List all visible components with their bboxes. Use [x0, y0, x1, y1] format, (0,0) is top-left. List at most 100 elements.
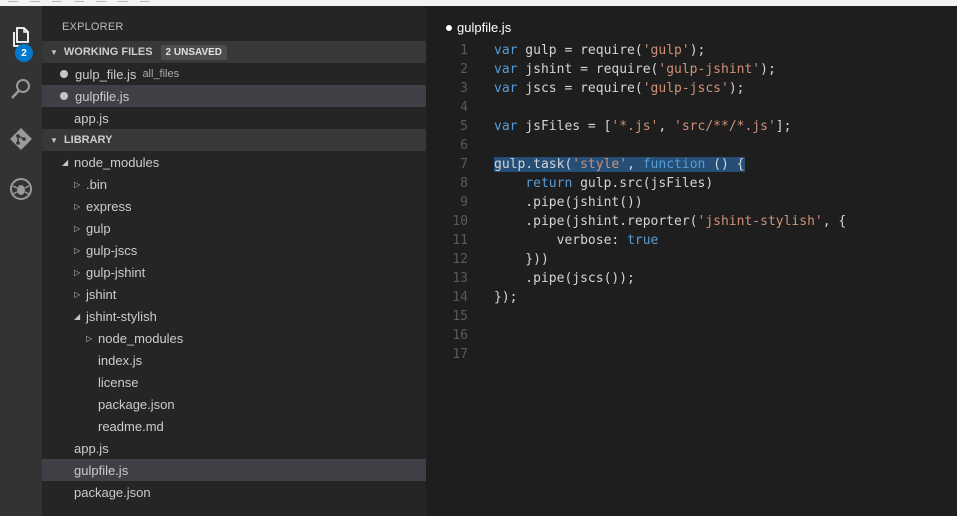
tree-item-label: gulp [86, 220, 111, 236]
line-number: 8 [460, 176, 468, 191]
plain-token: .pipe(jshint()) [494, 195, 643, 210]
code-text: verbose: true [494, 231, 659, 250]
plain-token: })) [494, 252, 549, 267]
code-text: return gulp.src(jsFiles) [494, 174, 713, 193]
tree-item-label: gulp-jshint [86, 264, 146, 280]
code-tokens: return gulp.src(jsFiles) [494, 176, 713, 191]
explorer-sidebar: EXPLORER ▼ WORKING FILES 2 UNSAVED gulp_… [42, 6, 426, 516]
tree-item-label: license [98, 374, 139, 390]
collapsed-folder-icon[interactable]: ▷ [74, 224, 86, 233]
search-icon [11, 79, 30, 99]
code-line: 7 gulp.task('style', function () { [426, 155, 957, 174]
code-text: .pipe(jshint()) [494, 193, 643, 212]
tree-item-label: readme.md [98, 418, 164, 434]
code-tokens: var gulp = require('gulp'); [494, 43, 705, 58]
working-file-item[interactable]: gulpfile.js [42, 85, 426, 107]
line-number: 5 [460, 119, 468, 134]
keyword-token: var [494, 119, 518, 134]
chevron-down-icon: ▼ [50, 47, 58, 57]
tree-item-label: .bin [86, 176, 107, 192]
title-dash [52, 1, 62, 2]
tree-item[interactable]: index.js [42, 349, 426, 371]
tree-item[interactable]: ▷ express [42, 195, 426, 217]
tree-item[interactable]: app.js [42, 437, 426, 459]
working-files-header[interactable]: ▼ WORKING FILES 2 UNSAVED [42, 41, 426, 63]
plain-token: gulp.src(jsFiles) [572, 176, 714, 191]
unsaved-badge: 2 UNSAVED [160, 44, 228, 60]
collapsed-folder-icon[interactable]: ▷ [74, 246, 86, 255]
editor-pane: gulpfile.js 1 var gulp = require('gulp');… [426, 6, 957, 516]
collapsed-folder-icon[interactable]: ▷ [86, 334, 98, 343]
search-button[interactable] [0, 68, 42, 110]
title-dash [74, 1, 84, 2]
plain-token: }); [494, 290, 518, 305]
tree-item[interactable]: ▷ gulp-jshint [42, 261, 426, 283]
tree-item[interactable]: package.json [42, 393, 426, 415]
string-token: '*.js' [611, 119, 659, 134]
plain-token: gulp = require( [517, 43, 643, 58]
title-dash [8, 1, 18, 2]
debug-button[interactable] [0, 168, 42, 210]
selected-text: gulp.task('style', function () { [494, 157, 745, 172]
code-line: 6 [426, 136, 957, 155]
plain-token: .pipe(jshint.reporter( [494, 214, 698, 229]
code-line: 8 return gulp.src(jsFiles) [426, 174, 957, 193]
tree-item[interactable]: ▷ gulp [42, 217, 426, 239]
line-number: 9 [460, 195, 468, 210]
tree-item-label: gulpfile.js [74, 462, 129, 478]
plain-token: ); [728, 81, 745, 96]
collapsed-folder-icon[interactable]: ▷ [74, 290, 86, 299]
string-token: 'gulp-jscs' [642, 81, 729, 96]
tree-item[interactable]: ▷ node_modules [42, 327, 426, 349]
editor-tab-label: gulpfile.js [457, 20, 512, 35]
tree-item-label: package.json [74, 484, 151, 500]
title-dash [118, 1, 128, 2]
code-area[interactable]: 1 var gulp = require('gulp'); 2 var jshint … [426, 41, 957, 364]
library-header[interactable]: ▼ LIBRARY [42, 129, 426, 151]
expanded-folder-icon[interactable]: ◢ [62, 158, 74, 167]
tree-item[interactable]: package.json [42, 481, 426, 503]
tree-item[interactable]: ◢ node_modules [42, 151, 426, 173]
chevron-down-icon: ▼ [50, 135, 58, 145]
string-token: 'gulp' [642, 43, 690, 58]
tree-item-label: index.js [98, 352, 143, 368]
line-number: 17 [452, 347, 468, 362]
code-text: var jsFiles = ['*.js', 'src/**/*.js']; [494, 117, 791, 136]
unsaved-count-badge: 2 [15, 44, 33, 62]
code-line: 14}); [426, 288, 957, 307]
tree-item[interactable]: license [42, 371, 426, 393]
tree-item[interactable]: ▷ jshint [42, 283, 426, 305]
collapsed-folder-icon[interactable]: ▷ [74, 268, 86, 277]
keyword-token: var [494, 43, 518, 58]
tree-item[interactable]: ▷ .bin [42, 173, 426, 195]
string-token: 'jshint-stylish' [697, 214, 823, 229]
tree-item[interactable]: ▷ gulp-jscs [42, 239, 426, 261]
unsaved-dot-icon [60, 70, 68, 78]
line-number: 6 [460, 138, 468, 153]
tree-item[interactable]: readme.md [42, 415, 426, 437]
expanded-folder-icon[interactable]: ◢ [74, 312, 86, 321]
code-tokens: verbose: true [494, 233, 659, 248]
git-button[interactable] [0, 118, 42, 160]
code-line: 15 [426, 307, 957, 326]
code-line: 10 .pipe(jshint.reporter('jshint-stylish… [426, 212, 957, 231]
code-tokens: var jsFiles = ['*.js', 'src/**/*.js']; [494, 119, 791, 134]
tree-item[interactable]: ◢ jshint-stylish [42, 305, 426, 327]
tree-item-label: node_modules [74, 154, 160, 170]
plain-token: ]; [775, 119, 792, 134]
title-dash [96, 1, 106, 2]
code-line: 12 })) [426, 250, 957, 269]
tree-item[interactable]: gulpfile.js [42, 459, 426, 481]
line-number: 16 [452, 328, 468, 343]
working-file-item[interactable]: gulp_file.js all_files [42, 63, 426, 85]
keyword-token: var [494, 81, 518, 96]
collapsed-folder-icon[interactable]: ▷ [74, 180, 86, 189]
plain-token: jscs = require( [517, 81, 643, 96]
unsaved-dot-icon [446, 24, 452, 31]
working-file-item[interactable]: app.js [42, 107, 426, 129]
editor-tab-title[interactable]: gulpfile.js [446, 20, 511, 35]
collapsed-folder-icon[interactable]: ▷ [74, 202, 86, 211]
string-token: 'src/**/*.js' [674, 119, 776, 134]
tree-item-label: package.json [98, 396, 175, 412]
line-number: 1 [460, 43, 468, 58]
